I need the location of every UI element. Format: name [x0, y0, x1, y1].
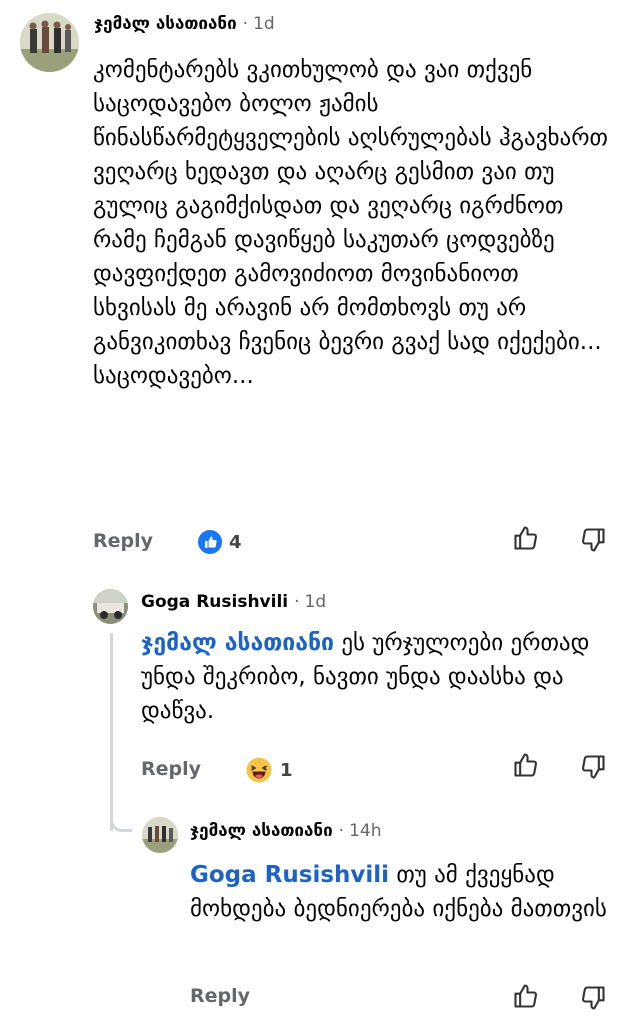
comment-header: ჯემალ ასათიანი · 14h [190, 821, 381, 841]
avatar[interactable] [142, 817, 178, 853]
comment-time[interactable]: 1d [305, 592, 327, 612]
comment-time[interactable]: 14h [349, 821, 381, 841]
reply-button[interactable]: Reply [93, 530, 153, 552]
reply-button[interactable]: Reply [141, 758, 201, 780]
meta-separator: · [338, 821, 345, 841]
reaction-summary[interactable]: 1 [246, 757, 293, 783]
comment-text: ჯემალ ასათიანი ეს ურჯულოები ერთად უნდა შ… [141, 626, 609, 728]
thumbs-up-icon[interactable] [512, 751, 540, 779]
meta-separator: · [294, 592, 300, 612]
reply-button[interactable]: Reply [190, 985, 250, 1007]
thread-elbow [110, 800, 132, 832]
thumbs-up-icon[interactable] [512, 524, 540, 552]
comment-author[interactable]: ჯემალ ასათიანი [190, 821, 333, 841]
avatar[interactable] [93, 589, 128, 624]
reaction-count: 1 [280, 759, 293, 781]
comment-header: ჯემალ ასათიანი · 1d [94, 14, 275, 34]
comment-header: Goga Rusishvili · 1d [141, 592, 326, 612]
reaction-summary[interactable]: 4 [198, 530, 242, 554]
thumbs-down-icon[interactable] [579, 984, 607, 1012]
comment-text: კომენტარებს ვკითხულობ და ვაი თქვენ საცოდ… [93, 57, 608, 389]
haha-emoji-icon [246, 757, 272, 783]
mention-link[interactable]: Goga Rusishvili [190, 862, 389, 888]
thumbs-down-icon[interactable] [579, 526, 607, 554]
reaction-count: 4 [229, 531, 242, 553]
comment-text: Goga Rusishvili თუ ამ ქვეყნად მოხდება ბე… [190, 858, 610, 926]
like-icon [198, 530, 222, 554]
meta-separator: · [242, 14, 249, 34]
comment-author[interactable]: Goga Rusishvili [141, 592, 288, 612]
comment-time[interactable]: 1d [253, 14, 275, 34]
thumbs-up-icon[interactable] [512, 982, 540, 1010]
comment-author[interactable]: ჯემალ ასათიანი [94, 14, 237, 34]
avatar[interactable] [20, 13, 79, 72]
mention-link[interactable]: ჯემალ ასათიანი [141, 630, 334, 656]
thumbs-down-icon[interactable] [579, 753, 607, 781]
